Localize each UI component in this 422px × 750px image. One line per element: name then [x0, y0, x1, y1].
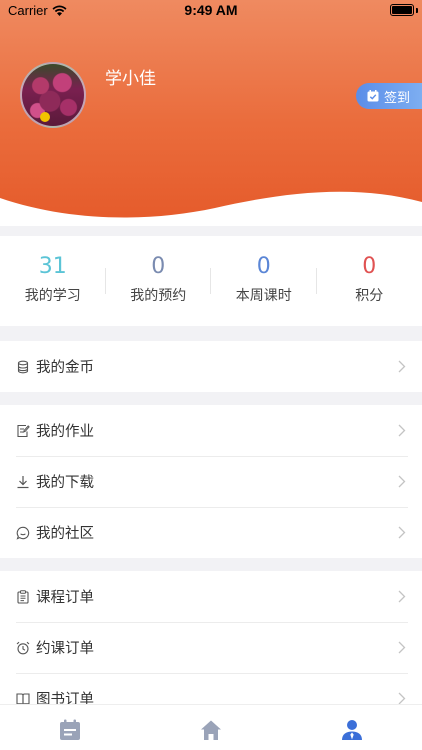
- menu-item-booking-orders[interactable]: 约课订单: [0, 622, 422, 673]
- menu-item-homework[interactable]: 我的作业: [0, 405, 422, 456]
- chevron-right-icon: [398, 475, 406, 488]
- username: 学小佳: [105, 69, 156, 89]
- stat-label: 我的预约: [130, 288, 187, 304]
- stat-value: 0: [362, 254, 377, 279]
- chevron-right-icon: [398, 526, 406, 539]
- clock: 9:49 AM: [184, 2, 238, 18]
- tab-home[interactable]: [141, 705, 282, 750]
- menu-group-learning: 我的作业 我的下载 我的社区: [0, 405, 422, 558]
- calendar-check-icon: [367, 90, 379, 102]
- checkin-button[interactable]: 签到: [356, 83, 422, 109]
- user-icon: [341, 720, 362, 740]
- menu-label: 我的社区: [36, 526, 94, 542]
- book-icon: [16, 692, 30, 704]
- menu-item-community[interactable]: 我的社区: [0, 507, 422, 558]
- stat-value: 31: [38, 254, 67, 279]
- status-bar: Carrier 9:49 AM: [0, 0, 422, 22]
- alarm-clock-icon: [16, 641, 30, 654]
- battery-tip: [416, 8, 418, 13]
- stat-my-bookings[interactable]: 0 我的预约: [106, 236, 211, 326]
- clipboard-icon: [17, 589, 29, 604]
- chevron-right-icon: [398, 424, 406, 437]
- download-icon: [17, 475, 29, 488]
- tab-profile[interactable]: [281, 705, 422, 750]
- menu-label: 我的作业: [36, 424, 94, 440]
- menu-item-course-orders[interactable]: 课程订单: [0, 571, 422, 622]
- menu-item-downloads[interactable]: 我的下载: [0, 456, 422, 507]
- chevron-right-icon: [398, 360, 406, 373]
- stats-bar: 31 我的学习 0 我的预约 0 本周课时 0 积分: [0, 236, 422, 326]
- stat-weekly-hours[interactable]: 0 本周课时: [211, 236, 317, 326]
- menu-label: 课程订单: [36, 590, 94, 606]
- avatar[interactable]: [20, 62, 86, 128]
- menu-label: 图书订单: [36, 692, 94, 704]
- stat-my-study[interactable]: 31 我的学习: [0, 236, 106, 326]
- homework-icon: [17, 424, 30, 437]
- home-icon: [201, 720, 221, 740]
- menu-item-coins[interactable]: 我的金币: [0, 341, 422, 392]
- tab-schedule[interactable]: [0, 705, 141, 750]
- stat-value: 0: [151, 254, 166, 279]
- menu-item-book-orders[interactable]: 图书订单: [0, 673, 422, 704]
- menu-group-wallet: 我的金币: [0, 341, 422, 392]
- chevron-right-icon: [398, 692, 406, 704]
- chat-bubble-icon: [16, 526, 30, 540]
- menu-label: 约课订单: [36, 641, 94, 657]
- calendar-icon: [60, 719, 81, 740]
- coins-icon: [17, 360, 29, 373]
- stat-points[interactable]: 0 积分: [317, 236, 422, 326]
- tab-bar: [0, 704, 422, 750]
- stat-label: 积分: [355, 288, 384, 304]
- header-wave: [0, 191, 422, 226]
- stat-label: 本周课时: [235, 288, 292, 304]
- chevron-right-icon: [398, 590, 406, 603]
- menu-group-orders: 课程订单 约课订单 图书订单: [0, 571, 422, 704]
- stat-label: 我的学习: [24, 288, 81, 304]
- stat-value: 0: [256, 254, 271, 279]
- menu-label: 我的金币: [36, 360, 94, 376]
- chevron-right-icon: [398, 641, 406, 654]
- checkin-label: 签到: [384, 90, 411, 106]
- battery-icon: [390, 4, 414, 16]
- menu-label: 我的下载: [36, 475, 94, 491]
